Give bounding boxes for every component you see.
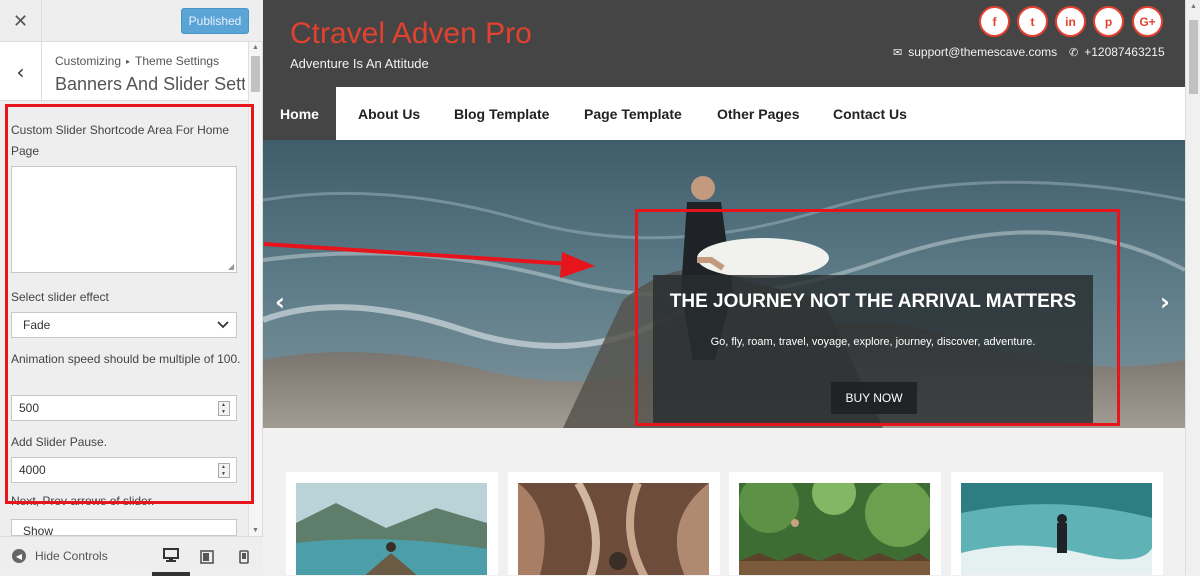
- hide-controls-button[interactable]: ◀ Hide Controls: [12, 549, 108, 563]
- nav-item-page-template[interactable]: Page Template: [584, 87, 682, 140]
- google-plus-icon[interactable]: G+: [1132, 6, 1163, 37]
- hide-controls-label: Hide Controls: [35, 549, 108, 563]
- annotation-box: [635, 209, 1120, 426]
- linkedin-icon[interactable]: in: [1055, 6, 1086, 37]
- nav-item-other-pages[interactable]: Other Pages: [717, 87, 799, 140]
- tablet-preview-button[interactable]: [188, 537, 226, 576]
- scroll-up-icon[interactable]: ▲: [1190, 3, 1197, 10]
- phone-contact[interactable]: ✆ +12087463215: [1069, 45, 1165, 59]
- breadcrumb-root: Customizing: [55, 54, 122, 68]
- site-title[interactable]: Ctravel Adven Pro: [290, 17, 532, 51]
- scroll-thumb[interactable]: [251, 56, 260, 92]
- email-text: support@themescave.coms: [908, 45, 1058, 59]
- card-image-surf[interactable]: [961, 483, 1152, 575]
- tablet-icon: [200, 549, 214, 564]
- card[interactable]: [951, 472, 1163, 575]
- back-arrow-icon[interactable]: ‹: [0, 42, 42, 101]
- email-contact[interactable]: ✉ support@themescave.coms: [893, 45, 1057, 59]
- envelope-icon: ✉: [893, 46, 903, 59]
- site-tagline: Adventure Is An Attitude: [290, 56, 429, 71]
- slider-prev-icon[interactable]: ‹: [275, 288, 285, 316]
- desktop-icon: [163, 547, 179, 562]
- site-header: Ctravel Adven Pro Adventure Is An Attitu…: [263, 0, 1185, 87]
- nav-item-about[interactable]: About Us: [358, 87, 420, 140]
- desktop-preview-button[interactable]: [152, 537, 190, 576]
- phone-text: +12087463215: [1084, 45, 1165, 59]
- customizer-header: ✕ Published: [0, 0, 263, 42]
- preview-scrollbar[interactable]: ▲: [1185, 0, 1200, 575]
- nav-item-home[interactable]: Home: [263, 87, 336, 140]
- scroll-thumb[interactable]: [1189, 20, 1198, 94]
- scroll-up-icon[interactable]: ▲: [252, 44, 259, 51]
- close-icon[interactable]: ✕: [0, 0, 42, 42]
- featured-cards: [263, 428, 1185, 575]
- section-header: ‹ Customizing ▸ Theme Settings Banners And…: [0, 42, 248, 101]
- card[interactable]: [508, 472, 720, 575]
- hero-slider[interactable]: ‹ › THE JOURNEY NOT THE ARRIVAL MATTERS …: [263, 140, 1185, 428]
- main-nav: Home About Us Blog Template Page Templat…: [263, 87, 1185, 140]
- card-image-jungle[interactable]: [739, 483, 930, 575]
- customizer-sidebar: ✕ Published ‹ Customizing ▸ Theme Settings…: [0, 0, 263, 576]
- facebook-icon[interactable]: f: [979, 6, 1010, 37]
- arrows-select[interactable]: Show: [11, 519, 237, 536]
- twitter-icon[interactable]: t: [1017, 6, 1048, 37]
- pinterest-icon[interactable]: p: [1093, 6, 1124, 37]
- card[interactable]: [729, 472, 941, 575]
- scroll-down-icon[interactable]: ▼: [252, 527, 259, 534]
- arrows-value: Show: [23, 524, 54, 536]
- breadcrumb-child: Theme Settings: [135, 54, 220, 68]
- section-title-text: Banners And Slider Settings: [55, 74, 245, 94]
- mobile-preview-button[interactable]: [225, 537, 263, 576]
- nav-item-blog[interactable]: Blog Template: [454, 87, 549, 140]
- breadcrumb: Customizing ▸ Theme Settings: [55, 54, 219, 68]
- nav-item-contact[interactable]: Contact Us: [833, 87, 907, 140]
- publish-button[interactable]: Published: [181, 8, 249, 34]
- card-image-mountain-lake[interactable]: [296, 483, 487, 575]
- mobile-icon: [239, 549, 249, 564]
- card[interactable]: [286, 472, 498, 575]
- phone-icon: ✆: [1069, 46, 1079, 59]
- customizer-footer: ◀ Hide Controls: [0, 536, 263, 576]
- slider-next-icon[interactable]: ›: [1160, 288, 1170, 316]
- breadcrumb-separator-icon: ▸: [126, 57, 131, 66]
- site-preview: Ctravel Adven Pro Adventure Is An Attitu…: [263, 0, 1185, 575]
- collapse-icon: ◀: [12, 549, 26, 563]
- card-image-canyon[interactable]: [518, 483, 709, 575]
- annotation-box: [5, 104, 254, 504]
- section-title: Banners And Slider Settings: [55, 74, 245, 95]
